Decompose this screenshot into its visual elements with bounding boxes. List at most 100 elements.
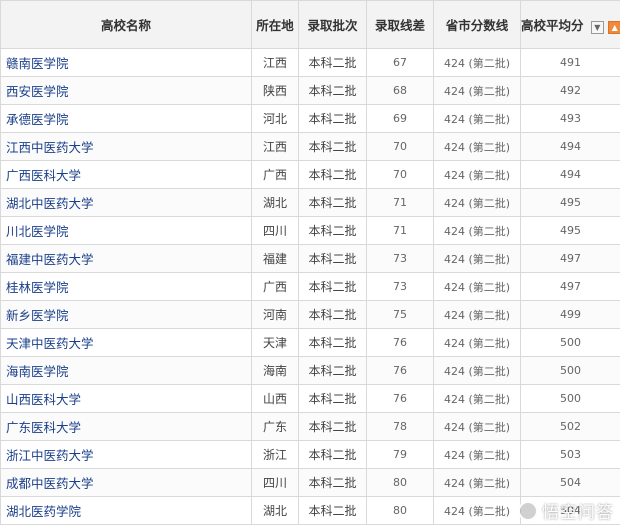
cell-province-line: 424 (第二批) [433,76,521,105]
cell-average-score: 500 [520,328,620,357]
cell-batch: 本科二批 [298,496,367,525]
header-average-score-label: 高校平均分 [521,18,584,33]
cell-average-score: 504 [520,468,620,497]
university-link[interactable]: 天津中医药大学 [6,336,94,351]
header-batch: 录取批次 [298,0,367,49]
cell-university-name: 成都中医药大学 [0,468,252,497]
cell-province-line: 424 (第二批) [433,300,521,329]
cell-batch: 本科二批 [298,356,367,385]
cell-score-diff: 68 [366,76,434,105]
cell-score-diff: 80 [366,496,434,525]
table-row: 西安医学院 陕西 本科二批 68 424 (第二批) 492 [0,76,620,105]
table-header: 高校名称 所在地 录取批次 录取线差 省市分数线 高校平均分 ▼ ▲ [0,0,620,49]
table-row: 赣南医学院 江西 本科二批 67 424 (第二批) 491 [0,48,620,77]
cell-location: 广东 [251,412,299,441]
cell-university-name: 福建中医药大学 [0,244,252,273]
cell-score-diff: 76 [366,328,434,357]
cell-university-name: 江西中医药大学 [0,132,252,161]
cell-location: 湖北 [251,188,299,217]
sort-up-icon[interactable]: ▲ [608,21,620,34]
page: 高校名称 所在地 录取批次 录取线差 省市分数线 高校平均分 ▼ ▲ 赣南医学院… [0,0,620,527]
table-row: 天津中医药大学 天津 本科二批 76 424 (第二批) 500 [0,328,620,357]
cell-score-diff: 70 [366,160,434,189]
cell-province-line: 424 (第二批) [433,468,521,497]
cell-location: 湖北 [251,496,299,525]
cell-score-diff: 73 [366,272,434,301]
cell-location: 河南 [251,300,299,329]
cell-province-line: 424 (第二批) [433,356,521,385]
cell-province-line: 424 (第二批) [433,412,521,441]
cell-location: 广西 [251,160,299,189]
cell-university-name: 天津中医药大学 [0,328,252,357]
cell-score-diff: 76 [366,384,434,413]
cell-location: 四川 [251,468,299,497]
admission-score-table: 高校名称 所在地 录取批次 录取线差 省市分数线 高校平均分 ▼ ▲ 赣南医学院… [0,0,620,525]
cell-university-name: 新乡医学院 [0,300,252,329]
cell-batch: 本科二批 [298,216,367,245]
university-link[interactable]: 承德医学院 [6,112,69,127]
university-link[interactable]: 湖北医药学院 [6,504,81,519]
cell-average-score: 500 [520,356,620,385]
header-average-score: 高校平均分 ▼ ▲ [520,0,620,49]
cell-university-name: 山西医科大学 [0,384,252,413]
cell-location: 四川 [251,216,299,245]
header-score-diff: 录取线差 [366,0,434,49]
cell-batch: 本科二批 [298,132,367,161]
cell-score-diff: 75 [366,300,434,329]
sort-controls: ▼ ▲ [590,19,620,34]
university-link[interactable]: 福建中医药大学 [6,252,94,267]
cell-province-line: 424 (第二批) [433,328,521,357]
cell-score-diff: 67 [366,48,434,77]
cell-batch: 本科二批 [298,328,367,357]
header-row: 高校名称 所在地 录取批次 录取线差 省市分数线 高校平均分 ▼ ▲ [0,0,620,49]
university-link[interactable]: 新乡医学院 [6,308,69,323]
cell-location: 陕西 [251,76,299,105]
cell-province-line: 424 (第二批) [433,132,521,161]
university-link[interactable]: 川北医学院 [6,224,69,239]
university-link[interactable]: 浙江中医药大学 [6,448,94,463]
cell-university-name: 赣南医学院 [0,48,252,77]
cell-score-diff: 76 [366,356,434,385]
cell-batch: 本科二批 [298,188,367,217]
table-row: 广东医科大学 广东 本科二批 78 424 (第二批) 502 [0,412,620,441]
university-link[interactable]: 广东医科大学 [6,420,81,435]
cell-average-score: 497 [520,272,620,301]
cell-average-score: 494 [520,132,620,161]
table-row: 湖北中医药大学 湖北 本科二批 71 424 (第二批) 495 [0,188,620,217]
university-link[interactable]: 山西医科大学 [6,392,81,407]
sort-down-icon[interactable]: ▼ [590,21,604,34]
cell-location: 浙江 [251,440,299,469]
table-row: 成都中医药大学 四川 本科二批 80 424 (第二批) 504 [0,468,620,497]
university-link[interactable]: 湖北中医药大学 [6,196,94,211]
cell-batch: 本科二批 [298,104,367,133]
cell-location: 江西 [251,48,299,77]
cell-score-diff: 71 [366,188,434,217]
cell-batch: 本科二批 [298,272,367,301]
cell-location: 天津 [251,328,299,357]
university-link[interactable]: 赣南医学院 [6,56,69,71]
cell-score-diff: 78 [366,412,434,441]
university-link[interactable]: 江西中医药大学 [6,140,94,155]
cell-average-score: 491 [520,48,620,77]
cell-score-diff: 73 [366,244,434,273]
table-row: 承德医学院 河北 本科二批 69 424 (第二批) 493 [0,104,620,133]
cell-location: 江西 [251,132,299,161]
university-link[interactable]: 桂林医学院 [6,280,69,295]
university-link[interactable]: 海南医学院 [6,364,69,379]
table-row: 川北医学院 四川 本科二批 71 424 (第二批) 495 [0,216,620,245]
cell-average-score: 502 [520,412,620,441]
cell-location: 山西 [251,384,299,413]
cell-average-score: 503 [520,440,620,469]
cell-batch: 本科二批 [298,468,367,497]
cell-location: 广西 [251,272,299,301]
university-link[interactable]: 广西医科大学 [6,168,81,183]
university-link[interactable]: 成都中医药大学 [6,476,94,491]
cell-university-name: 湖北医药学院 [0,496,252,525]
cell-average-score: 497 [520,244,620,273]
cell-university-name: 海南医学院 [0,356,252,385]
cell-province-line: 424 (第二批) [433,244,521,273]
cell-batch: 本科二批 [298,76,367,105]
cell-university-name: 西安医学院 [0,76,252,105]
cell-batch: 本科二批 [298,300,367,329]
university-link[interactable]: 西安医学院 [6,84,69,99]
